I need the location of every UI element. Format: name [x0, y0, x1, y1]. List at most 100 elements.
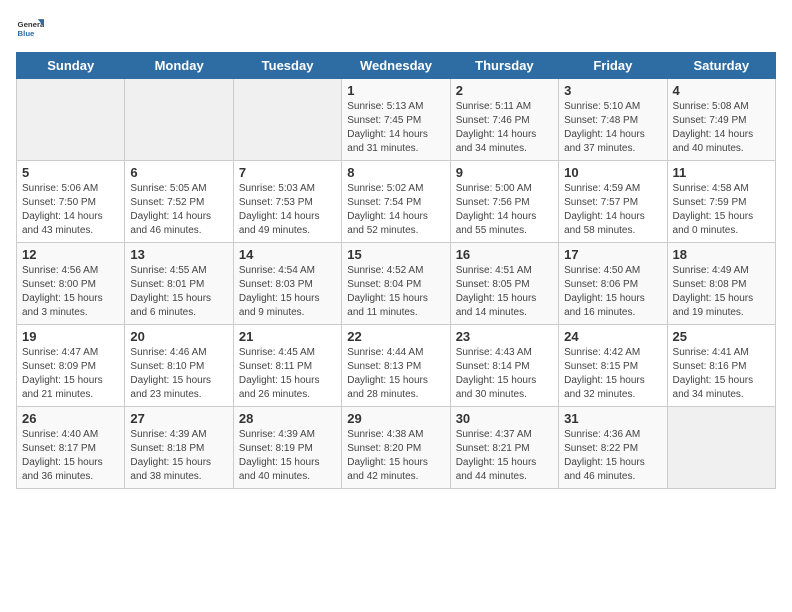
- day-info: Sunrise: 5:11 AMSunset: 7:46 PMDaylight:…: [456, 100, 553, 156]
- calendar-cell: 7 Sunrise: 5:03 AMSunset: 7:53 PMDaylight…: [233, 161, 341, 243]
- calendar-cell: 16 Sunrise: 4:51 AMSunset: 8:05 PMDayligh…: [450, 243, 558, 325]
- day-info: Sunrise: 4:59 AMSunset: 7:57 PMDaylight:…: [564, 182, 661, 238]
- day-info: Sunrise: 5:00 AMSunset: 7:56 PMDaylight:…: [456, 182, 553, 238]
- calendar-cell: 25 Sunrise: 4:41 AMSunset: 8:16 PMDayligh…: [667, 325, 775, 407]
- day-info: Sunrise: 4:56 AMSunset: 8:00 PMDaylight:…: [22, 264, 119, 320]
- day-number: 10: [564, 165, 661, 180]
- day-number: 12: [22, 247, 119, 262]
- day-number: 22: [347, 329, 444, 344]
- day-info: Sunrise: 5:13 AMSunset: 7:45 PMDaylight:…: [347, 100, 444, 156]
- day-number: 14: [239, 247, 336, 262]
- day-number: 6: [130, 165, 227, 180]
- day-number: 5: [22, 165, 119, 180]
- calendar-cell: [17, 79, 125, 161]
- calendar-cell: 8 Sunrise: 5:02 AMSunset: 7:54 PMDaylight…: [342, 161, 450, 243]
- day-number: 26: [22, 411, 119, 426]
- day-info: Sunrise: 4:40 AMSunset: 8:17 PMDaylight:…: [22, 428, 119, 484]
- calendar-cell: 10 Sunrise: 4:59 AMSunset: 7:57 PMDayligh…: [559, 161, 667, 243]
- day-info: Sunrise: 4:55 AMSunset: 8:01 PMDaylight:…: [130, 264, 227, 320]
- calendar-cell: 18Sunrise: 4:49 AMSunset: 8:08 PMDayligh…: [667, 243, 775, 325]
- day-number: 21: [239, 329, 336, 344]
- day-number: 7: [239, 165, 336, 180]
- day-number: 11: [673, 165, 770, 180]
- calendar-cell: 20 Sunrise: 4:46 AMSunset: 8:10 PMDayligh…: [125, 325, 233, 407]
- calendar-cell: 31Sunrise: 4:36 AMSunset: 8:22 PMDayligh…: [559, 407, 667, 489]
- header-monday: Monday: [125, 53, 233, 79]
- day-info: Sunrise: 4:52 AMSunset: 8:04 PMDaylight:…: [347, 264, 444, 320]
- week-row-3: 12 Sunrise: 4:56 AMSunset: 8:00 PMDayligh…: [17, 243, 776, 325]
- day-number: 9: [456, 165, 553, 180]
- day-number: 13: [130, 247, 227, 262]
- day-info: Sunrise: 5:02 AMSunset: 7:54 PMDaylight:…: [347, 182, 444, 238]
- calendar-cell: 26 Sunrise: 4:40 AMSunset: 8:17 PMDayligh…: [17, 407, 125, 489]
- calendar-cell: 28Sunrise: 4:39 AMSunset: 8:19 PMDayligh…: [233, 407, 341, 489]
- day-number: 27: [130, 411, 227, 426]
- header-row: SundayMondayTuesdayWednesdayThursdayFrid…: [17, 53, 776, 79]
- header-thursday: Thursday: [450, 53, 558, 79]
- day-number: 17: [564, 247, 661, 262]
- day-number: 3: [564, 83, 661, 98]
- day-info: Sunrise: 4:38 AMSunset: 8:20 PMDaylight:…: [347, 428, 444, 484]
- day-number: 16: [456, 247, 553, 262]
- day-number: 19: [22, 329, 119, 344]
- calendar-cell: 29Sunrise: 4:38 AMSunset: 8:20 PMDayligh…: [342, 407, 450, 489]
- calendar-cell: 19 Sunrise: 4:47 AMSunset: 8:09 PMDayligh…: [17, 325, 125, 407]
- calendar-cell: 15Sunrise: 4:52 AMSunset: 8:04 PMDayligh…: [342, 243, 450, 325]
- day-number: 8: [347, 165, 444, 180]
- day-info: Sunrise: 4:39 AMSunset: 8:18 PMDaylight:…: [130, 428, 227, 484]
- calendar-cell: 11 Sunrise: 4:58 AMSunset: 7:59 PMDayligh…: [667, 161, 775, 243]
- day-info: Sunrise: 4:36 AMSunset: 8:22 PMDaylight:…: [564, 428, 661, 484]
- day-number: 4: [673, 83, 770, 98]
- day-number: 2: [456, 83, 553, 98]
- calendar-cell: [667, 407, 775, 489]
- day-number: 28: [239, 411, 336, 426]
- calendar-cell: 27 Sunrise: 4:39 AMSunset: 8:18 PMDayligh…: [125, 407, 233, 489]
- day-info: Sunrise: 4:51 AMSunset: 8:05 PMDaylight:…: [456, 264, 553, 320]
- day-info: Sunrise: 4:37 AMSunset: 8:21 PMDaylight:…: [456, 428, 553, 484]
- day-number: 20: [130, 329, 227, 344]
- day-info: Sunrise: 4:49 AMSunset: 8:08 PMDaylight:…: [673, 264, 770, 320]
- calendar-cell: 3 Sunrise: 5:10 AMSunset: 7:48 PMDaylight…: [559, 79, 667, 161]
- svg-text:Blue: Blue: [18, 29, 36, 38]
- calendar-cell: 24 Sunrise: 4:42 AMSunset: 8:15 PMDayligh…: [559, 325, 667, 407]
- day-info: Sunrise: 4:41 AMSunset: 8:16 PMDaylight:…: [673, 346, 770, 402]
- page-header: General Blue: [16, 16, 776, 44]
- day-info: Sunrise: 4:46 AMSunset: 8:10 PMDaylight:…: [130, 346, 227, 402]
- day-info: Sunrise: 4:47 AMSunset: 8:09 PMDaylight:…: [22, 346, 119, 402]
- day-number: 1: [347, 83, 444, 98]
- day-info: Sunrise: 5:03 AMSunset: 7:53 PMDaylight:…: [239, 182, 336, 238]
- logo-icon: General Blue: [16, 16, 44, 44]
- day-info: Sunrise: 4:43 AMSunset: 8:14 PMDaylight:…: [456, 346, 553, 402]
- day-number: 24: [564, 329, 661, 344]
- calendar-cell: 2 Sunrise: 5:11 AMSunset: 7:46 PMDaylight…: [450, 79, 558, 161]
- calendar-cell: 6 Sunrise: 5:05 AMSunset: 7:52 PMDaylight…: [125, 161, 233, 243]
- day-info: Sunrise: 4:45 AMSunset: 8:11 PMDaylight:…: [239, 346, 336, 402]
- calendar-cell: 22Sunrise: 4:44 AMSunset: 8:13 PMDayligh…: [342, 325, 450, 407]
- week-row-1: 1 Sunrise: 5:13 AMSunset: 7:45 PMDaylight…: [17, 79, 776, 161]
- day-number: 25: [673, 329, 770, 344]
- day-number: 30: [456, 411, 553, 426]
- week-row-5: 26 Sunrise: 4:40 AMSunset: 8:17 PMDayligh…: [17, 407, 776, 489]
- logo: General Blue: [16, 16, 44, 44]
- calendar-cell: 21 Sunrise: 4:45 AMSunset: 8:11 PMDayligh…: [233, 325, 341, 407]
- week-row-4: 19 Sunrise: 4:47 AMSunset: 8:09 PMDayligh…: [17, 325, 776, 407]
- day-info: Sunrise: 5:10 AMSunset: 7:48 PMDaylight:…: [564, 100, 661, 156]
- day-info: Sunrise: 5:06 AMSunset: 7:50 PMDaylight:…: [22, 182, 119, 238]
- day-info: Sunrise: 5:05 AMSunset: 7:52 PMDaylight:…: [130, 182, 227, 238]
- calendar-cell: 12 Sunrise: 4:56 AMSunset: 8:00 PMDayligh…: [17, 243, 125, 325]
- header-tuesday: Tuesday: [233, 53, 341, 79]
- calendar-cell: 14Sunrise: 4:54 AMSunset: 8:03 PMDayligh…: [233, 243, 341, 325]
- calendar-cell: 1 Sunrise: 5:13 AMSunset: 7:45 PMDaylight…: [342, 79, 450, 161]
- day-info: Sunrise: 4:42 AMSunset: 8:15 PMDaylight:…: [564, 346, 661, 402]
- calendar-cell: 17Sunrise: 4:50 AMSunset: 8:06 PMDayligh…: [559, 243, 667, 325]
- calendar-table: SundayMondayTuesdayWednesdayThursdayFrid…: [16, 52, 776, 489]
- day-info: Sunrise: 4:58 AMSunset: 7:59 PMDaylight:…: [673, 182, 770, 238]
- calendar-cell: 13 Sunrise: 4:55 AMSunset: 8:01 PMDayligh…: [125, 243, 233, 325]
- header-saturday: Saturday: [667, 53, 775, 79]
- week-row-2: 5 Sunrise: 5:06 AMSunset: 7:50 PMDaylight…: [17, 161, 776, 243]
- calendar-cell: 5 Sunrise: 5:06 AMSunset: 7:50 PMDaylight…: [17, 161, 125, 243]
- header-friday: Friday: [559, 53, 667, 79]
- calendar-cell: 23Sunrise: 4:43 AMSunset: 8:14 PMDayligh…: [450, 325, 558, 407]
- calendar-cell: 9 Sunrise: 5:00 AMSunset: 7:56 PMDaylight…: [450, 161, 558, 243]
- day-info: Sunrise: 5:08 AMSunset: 7:49 PMDaylight:…: [673, 100, 770, 156]
